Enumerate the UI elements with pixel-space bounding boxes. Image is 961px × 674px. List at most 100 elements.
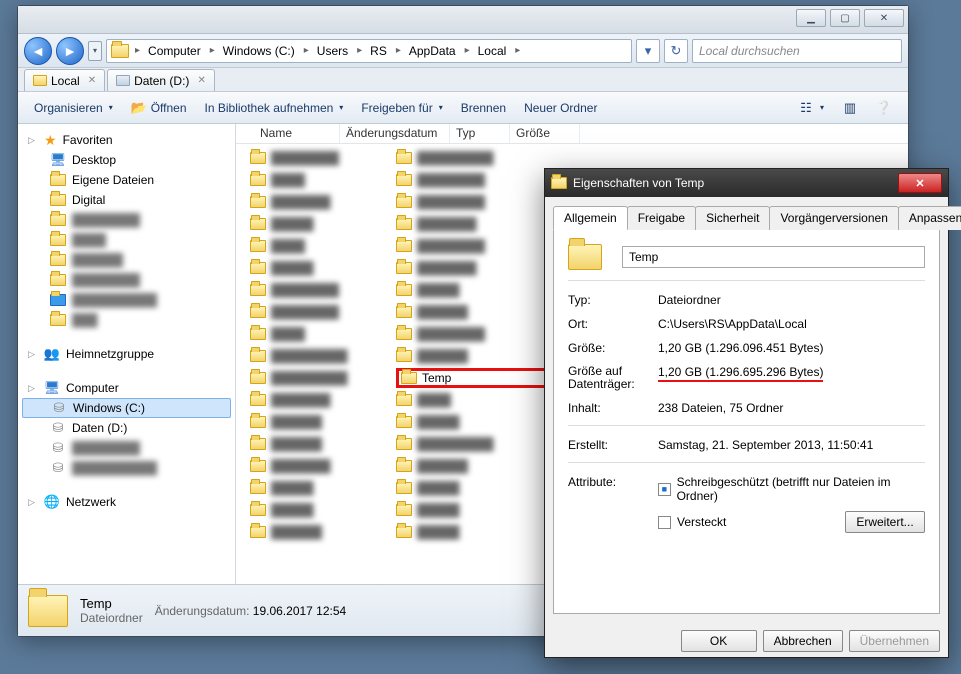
properties-dialog: Eigenschaften von Temp ✕ Allgemein Freig… [544,168,949,658]
sidebar-documents[interactable]: Eigene Dateien [18,170,235,190]
sidebar-item[interactable]: ████ [18,230,235,250]
history-dropdown[interactable]: ▾ [88,41,102,61]
open-button[interactable]: 📂Öffnen [123,96,195,120]
refresh-icon[interactable]: ↻ [664,39,688,63]
checkbox-icon [658,516,671,529]
chevron-right-icon[interactable]: ▸ [133,45,142,56]
breadcrumb[interactable]: RS [364,40,394,62]
address-bar[interactable]: ▸ Computer▸ Windows (C:)▸ Users▸ RS▸ App… [106,39,632,63]
item-label: ███████ [271,195,331,209]
list-item[interactable]: ███████ [250,192,390,212]
col-size[interactable]: Größe [510,124,580,143]
sidebar-digital[interactable]: Digital [18,190,235,210]
sidebar-item[interactable]: ████████ [18,270,235,290]
tab-previous-versions[interactable]: Vorgängerversionen [769,206,898,230]
sidebar-computer[interactable]: ▷🖥Computer [18,378,235,398]
advanced-button[interactable]: Erweitert... [845,511,925,533]
tab-local[interactable]: Local✕ [24,69,105,91]
tab-general[interactable]: Allgemein [553,206,628,230]
forward-button[interactable]: ► [56,37,84,65]
list-item[interactable]: █████████ [396,148,576,168]
list-item[interactable]: ████ [250,170,390,190]
ok-button[interactable]: OK [681,630,757,652]
list-item[interactable]: ████ [250,324,390,344]
nav-row: ◄ ► ▾ ▸ Computer▸ Windows (C:)▸ Users▸ R… [18,34,908,68]
folder-name-input[interactable] [622,246,925,268]
new-folder-button[interactable]: Neuer Ordner [516,97,605,119]
sidebar-item[interactable]: ███ [18,310,235,330]
breadcrumb[interactable]: AppData [403,40,463,62]
col-name[interactable]: Name [254,124,340,143]
checkbox-hidden[interactable]: Versteckt [658,515,726,529]
tab-sharing[interactable]: Freigabe [627,206,696,230]
desktop-icon: 🖥 [50,152,66,168]
list-item[interactable]: ████ [250,236,390,256]
close-tab-icon[interactable]: ✕ [197,75,205,86]
folder-icon [396,284,412,296]
close-tab-icon[interactable]: ✕ [88,75,96,86]
column-headers[interactable]: Name Änderungsdatum Typ Größe [236,124,908,144]
preview-pane-button[interactable]: ▥ [834,96,866,120]
item-label: ████ [417,393,451,407]
sidebar-ddrive[interactable]: ⛁Daten (D:) [18,418,235,438]
list-item[interactable]: █████████ [250,346,390,366]
col-date[interactable]: Änderungsdatum [340,124,450,143]
cancel-button[interactable]: Abbrechen [763,630,843,652]
minimize-button[interactable]: ▁ [796,9,826,27]
history-dropdown-icon[interactable]: ▾ [636,39,660,63]
help-button[interactable]: ❔ [868,96,900,120]
breadcrumb[interactable]: Windows (C:) [217,40,302,62]
list-item[interactable]: █████ [250,478,390,498]
sidebar-desktop[interactable]: 🖥Desktop [18,150,235,170]
list-item[interactable]: ██████ [250,434,390,454]
folder-icon [396,438,412,450]
dialog-title: Eigenschaften von Temp [573,176,704,190]
list-item[interactable]: ████████ [250,148,390,168]
list-item[interactable]: █████ [250,258,390,278]
item-label: █████ [271,261,314,275]
drive-icon: ⛁ [50,440,66,456]
sidebar-network[interactable]: ▷🌐Netzwerk [18,492,235,512]
sidebar-item[interactable]: ⛁████████ [18,438,235,458]
sidebar-cdrive[interactable]: ⛁Windows (C:) [22,398,231,418]
sidebar-item[interactable]: ⛁██████████ [18,458,235,478]
dialog-close-button[interactable]: ✕ [898,173,942,193]
breadcrumb[interactable]: Local [472,40,514,62]
sidebar-item[interactable]: ████████ [18,210,235,230]
checkbox-readonly[interactable]: ■Schreibgeschützt (betrifft nur Dateien … [658,475,925,503]
list-item[interactable]: █████████ [250,368,390,388]
search-input[interactable]: Local durchsuchen [692,39,902,63]
sidebar-item[interactable]: ██████ [18,250,235,270]
list-item[interactable]: ████████ [250,280,390,300]
sidebar-favorites[interactable]: ▷★Favoriten [18,130,235,150]
dialog-titlebar[interactable]: Eigenschaften von Temp ✕ [545,169,948,197]
folder-icon [396,504,412,516]
breadcrumb[interactable]: Users [311,40,355,62]
maximize-button[interactable]: ▢ [830,9,860,27]
breadcrumb[interactable]: Computer [142,40,208,62]
list-item[interactable]: ██████ [250,522,390,542]
tab-security[interactable]: Sicherheit [695,206,770,230]
list-item[interactable]: ██████ [250,412,390,432]
list-item[interactable]: ███████ [250,390,390,410]
tab-customize[interactable]: Anpassen [898,206,961,230]
library-button[interactable]: In Bibliothek aufnehmen▾ [197,97,352,119]
tab-daten[interactable]: Daten (D:)✕ [107,69,215,91]
burn-button[interactable]: Brennen [453,97,514,119]
organize-button[interactable]: Organisieren▾ [26,97,121,119]
share-button[interactable]: Freigeben für▾ [353,97,450,119]
list-item[interactable]: █████ [250,214,390,234]
titlebar[interactable]: ▁ ▢ ✕ [18,6,908,34]
sidebar-item[interactable]: ██████████ [18,290,235,310]
folder-icon [111,44,129,58]
sidebar-homegroup[interactable]: ▷👥Heimnetzgruppe [18,344,235,364]
close-button[interactable]: ✕ [864,9,904,27]
list-item[interactable]: ████████ [250,302,390,322]
col-type[interactable]: Typ [450,124,510,143]
apply-button[interactable]: Übernehmen [849,630,940,652]
folder-icon [250,306,266,318]
list-item[interactable]: ███████ [250,456,390,476]
view-options-button[interactable]: ☷▾ [790,96,832,120]
list-item[interactable]: █████ [250,500,390,520]
back-button[interactable]: ◄ [24,37,52,65]
